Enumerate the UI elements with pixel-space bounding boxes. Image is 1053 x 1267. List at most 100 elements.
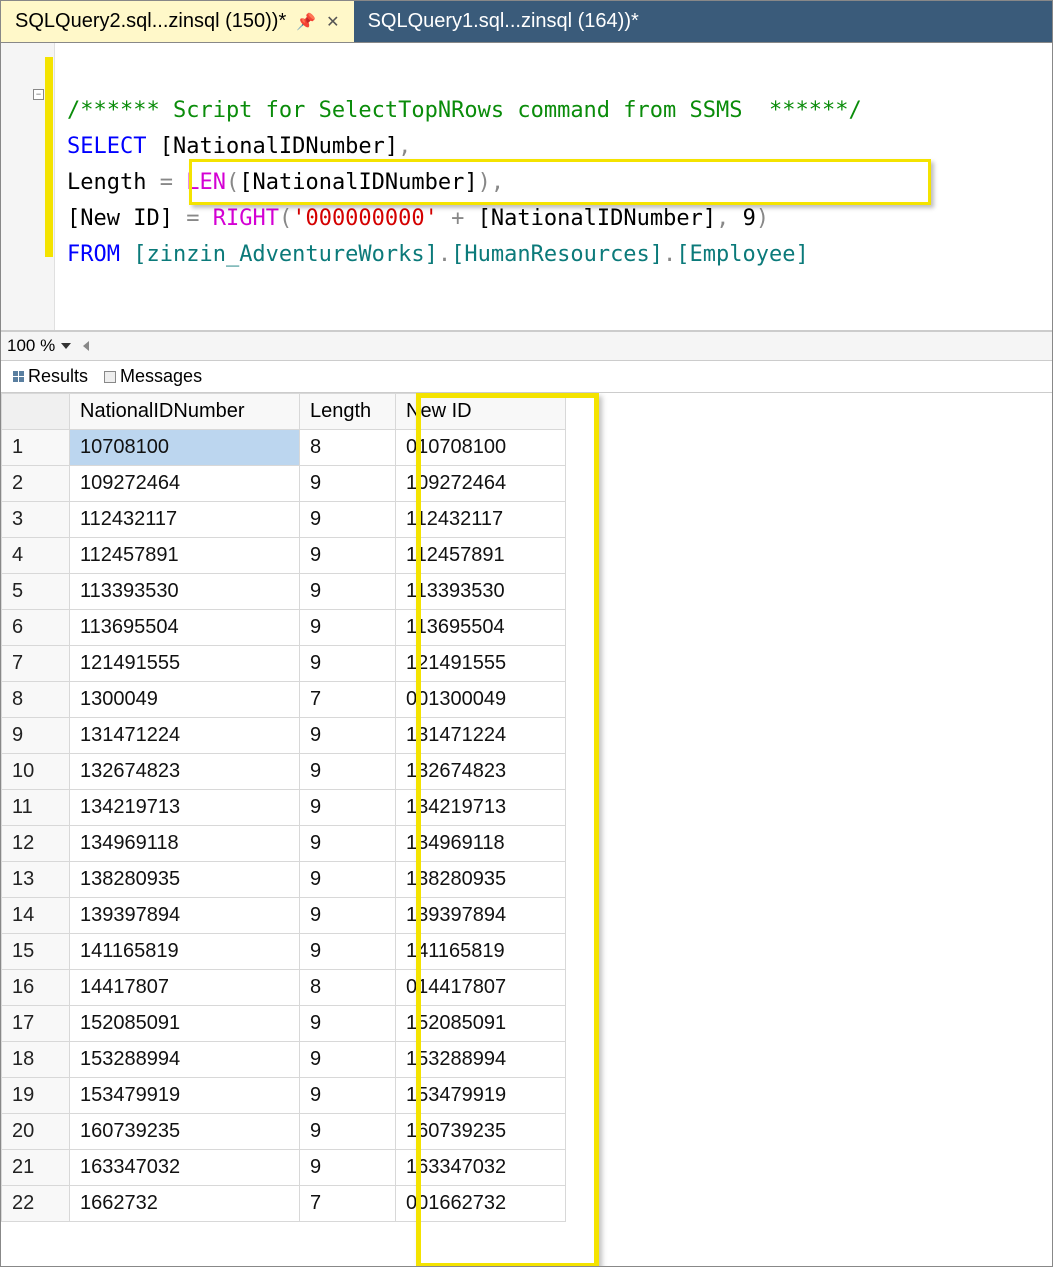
column-header-length[interactable]: Length	[300, 394, 396, 430]
cell-nationalid[interactable]: 131471224	[70, 718, 300, 754]
row-number[interactable]: 3	[2, 502, 70, 538]
table-row[interactable]: 2216627327001662732	[2, 1186, 566, 1222]
table-row[interactable]: 211633470329163347032	[2, 1150, 566, 1186]
cell-nationalid[interactable]: 139397894	[70, 898, 300, 934]
tab-results[interactable]: Results	[7, 364, 94, 389]
row-number[interactable]: 16	[2, 970, 70, 1006]
results-table[interactable]: NationalIDNumber Length New ID 110708100…	[1, 393, 566, 1222]
cell-length[interactable]: 8	[300, 970, 396, 1006]
table-row[interactable]: 111342197139134219713	[2, 790, 566, 826]
cell-newid[interactable]: 113695504	[396, 610, 566, 646]
table-row[interactable]: 16144178078014417807	[2, 970, 566, 1006]
cell-newid[interactable]: 121491555	[396, 646, 566, 682]
table-row[interactable]: 201607392359160739235	[2, 1114, 566, 1150]
cell-nationalid[interactable]: 163347032	[70, 1150, 300, 1186]
cell-length[interactable]: 9	[300, 1006, 396, 1042]
cell-newid[interactable]: 153288994	[396, 1042, 566, 1078]
table-row[interactable]: 31124321179112432117	[2, 502, 566, 538]
cell-length[interactable]: 9	[300, 718, 396, 754]
table-row[interactable]: 151411658199141165819	[2, 934, 566, 970]
cell-nationalid[interactable]: 134969118	[70, 826, 300, 862]
cell-length[interactable]: 7	[300, 1186, 396, 1222]
cell-length[interactable]: 9	[300, 1078, 396, 1114]
cell-nationalid[interactable]: 1300049	[70, 682, 300, 718]
cell-nationalid[interactable]: 152085091	[70, 1006, 300, 1042]
cell-newid[interactable]: 010708100	[396, 430, 566, 466]
table-row[interactable]: 171520850919152085091	[2, 1006, 566, 1042]
table-row[interactable]: 1107081008010708100	[2, 430, 566, 466]
cell-length[interactable]: 9	[300, 574, 396, 610]
row-number[interactable]: 10	[2, 754, 70, 790]
fold-icon[interactable]: −	[33, 89, 44, 100]
tab-messages[interactable]: Messages	[98, 364, 208, 389]
cell-nationalid[interactable]: 141165819	[70, 934, 300, 970]
row-number[interactable]: 21	[2, 1150, 70, 1186]
column-header-nationalid[interactable]: NationalIDNumber	[70, 394, 300, 430]
cell-length[interactable]: 9	[300, 502, 396, 538]
cell-nationalid[interactable]: 113695504	[70, 610, 300, 646]
row-number[interactable]: 20	[2, 1114, 70, 1150]
table-row[interactable]: 181532889949153288994	[2, 1042, 566, 1078]
cell-newid[interactable]: 152085091	[396, 1006, 566, 1042]
cell-newid[interactable]: 139397894	[396, 898, 566, 934]
row-number[interactable]: 5	[2, 574, 70, 610]
row-number[interactable]: 6	[2, 610, 70, 646]
row-number[interactable]: 17	[2, 1006, 70, 1042]
cell-newid[interactable]: 001662732	[396, 1186, 566, 1222]
cell-length[interactable]: 9	[300, 610, 396, 646]
cell-nationalid[interactable]: 10708100	[70, 430, 300, 466]
cell-newid[interactable]: 141165819	[396, 934, 566, 970]
cell-nationalid[interactable]: 1662732	[70, 1186, 300, 1222]
column-header-newid[interactable]: New ID	[396, 394, 566, 430]
cell-newid[interactable]: 112457891	[396, 538, 566, 574]
cell-newid[interactable]: 134219713	[396, 790, 566, 826]
cell-length[interactable]: 9	[300, 754, 396, 790]
cell-length[interactable]: 7	[300, 682, 396, 718]
tab-active[interactable]: SQLQuery2.sql...zinsql (150))* 📌 ✕	[1, 1, 354, 42]
row-number[interactable]: 8	[2, 682, 70, 718]
cell-nationalid[interactable]: 109272464	[70, 466, 300, 502]
corner-cell[interactable]	[2, 394, 70, 430]
cell-length[interactable]: 9	[300, 466, 396, 502]
row-number[interactable]: 2	[2, 466, 70, 502]
cell-length[interactable]: 9	[300, 934, 396, 970]
row-number[interactable]: 22	[2, 1186, 70, 1222]
code-content[interactable]: /****** Script for SelectTopNRows comman…	[55, 43, 862, 330]
cell-nationalid[interactable]: 138280935	[70, 862, 300, 898]
table-row[interactable]: 121349691189134969118	[2, 826, 566, 862]
cell-length[interactable]: 9	[300, 898, 396, 934]
table-row[interactable]: 101326748239132674823	[2, 754, 566, 790]
cell-nationalid[interactable]: 132674823	[70, 754, 300, 790]
cell-newid[interactable]: 113393530	[396, 574, 566, 610]
cell-length[interactable]: 9	[300, 1150, 396, 1186]
row-number[interactable]: 1	[2, 430, 70, 466]
pin-icon[interactable]: 📌	[296, 12, 316, 32]
cell-newid[interactable]: 153479919	[396, 1078, 566, 1114]
cell-newid[interactable]: 132674823	[396, 754, 566, 790]
row-number[interactable]: 13	[2, 862, 70, 898]
table-row[interactable]: 131382809359138280935	[2, 862, 566, 898]
row-number[interactable]: 9	[2, 718, 70, 754]
cell-newid[interactable]: 138280935	[396, 862, 566, 898]
tab-inactive[interactable]: SQLQuery1.sql...zinsql (164))*	[354, 1, 653, 42]
code-editor[interactable]: − /****** Script for SelectTopNRows comm…	[1, 43, 1052, 331]
table-row[interactable]: 21092724649109272464	[2, 466, 566, 502]
cell-nationalid[interactable]: 14417807	[70, 970, 300, 1006]
cell-length[interactable]: 9	[300, 538, 396, 574]
cell-length[interactable]: 8	[300, 430, 396, 466]
cell-newid[interactable]: 131471224	[396, 718, 566, 754]
cell-newid[interactable]: 112432117	[396, 502, 566, 538]
close-icon[interactable]: ✕	[326, 12, 339, 32]
table-row[interactable]: 41124578919112457891	[2, 538, 566, 574]
cell-length[interactable]: 9	[300, 790, 396, 826]
table-row[interactable]: 813000497001300049	[2, 682, 566, 718]
table-row[interactable]: 191534799199153479919	[2, 1078, 566, 1114]
cell-nationalid[interactable]: 113393530	[70, 574, 300, 610]
cell-nationalid[interactable]: 112432117	[70, 502, 300, 538]
cell-nationalid[interactable]: 160739235	[70, 1114, 300, 1150]
table-row[interactable]: 61136955049113695504	[2, 610, 566, 646]
row-number[interactable]: 4	[2, 538, 70, 574]
row-number[interactable]: 19	[2, 1078, 70, 1114]
cell-nationalid[interactable]: 153288994	[70, 1042, 300, 1078]
cell-nationalid[interactable]: 134219713	[70, 790, 300, 826]
